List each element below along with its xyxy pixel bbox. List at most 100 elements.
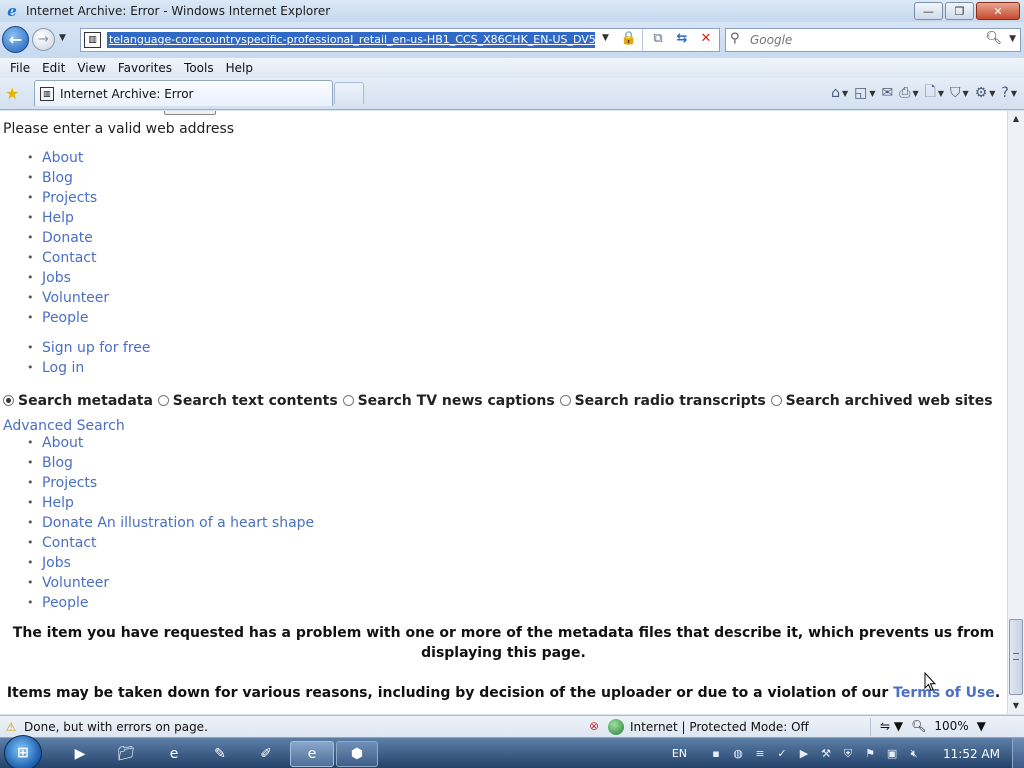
- minimize-button[interactable]: —: [914, 2, 943, 20]
- volume-icon[interactable]: 🔇︎: [906, 746, 922, 762]
- terms-of-use-link[interactable]: Terms of Use: [893, 685, 995, 701]
- scroll-up-icon[interactable]: ▲: [1008, 111, 1024, 127]
- search-input[interactable]: [750, 32, 990, 48]
- feeds-button[interactable]: ◱ ▼: [851, 85, 878, 101]
- read-mail-button[interactable]: ✉: [879, 85, 897, 101]
- language-indicator[interactable]: EN: [672, 747, 687, 760]
- tray-shield-icon[interactable]: ⛨: [840, 746, 856, 762]
- start-button[interactable]: ⊞: [4, 735, 42, 768]
- pen-icon[interactable]: ✐: [246, 741, 286, 767]
- address-dropdown-icon[interactable]: ▼: [602, 33, 609, 43]
- folder-icon[interactable]: 📁︎: [106, 741, 146, 767]
- menu-edit[interactable]: Edit: [36, 61, 71, 75]
- feeds-dropdown-icon[interactable]: ▼: [869, 89, 875, 98]
- clock[interactable]: 11:52 AM: [943, 747, 1000, 761]
- search-options-dropdown-icon[interactable]: ▼: [1009, 34, 1016, 44]
- nav-link-about[interactable]: About: [27, 433, 314, 453]
- scrollbar-thumb[interactable]: [1009, 619, 1023, 695]
- page-status-icon[interactable]: ⇋ ▼: [880, 719, 903, 733]
- nav-link-projects[interactable]: Projects: [27, 188, 109, 208]
- close-button[interactable]: ✕: [976, 2, 1020, 20]
- tools-button[interactable]: ⚙ ▼: [972, 85, 999, 101]
- partial-button[interactable]: [164, 111, 216, 115]
- zoom-dropdown-icon[interactable]: ▼: [977, 719, 986, 733]
- favorites-star-icon[interactable]: ★: [5, 84, 19, 103]
- tray-play-icon[interactable]: ▶: [796, 746, 812, 762]
- nav-link-volunteer[interactable]: Volunteer: [27, 288, 109, 308]
- taskbar-ie-window[interactable]: e: [290, 741, 334, 767]
- address-bar[interactable]: ▥ telanguage-corecountryspecific-profess…: [80, 28, 720, 52]
- sign-up-link[interactable]: Sign up for free: [27, 338, 151, 358]
- blocked-icon[interactable]: ⊗: [586, 719, 602, 735]
- search-option-radio[interactable]: Search radio transcripts: [559, 393, 766, 409]
- advanced-search-link[interactable]: Advanced Search: [3, 418, 125, 434]
- compatibility-view-icon[interactable]: ⧉: [648, 31, 668, 49]
- vertical-scrollbar[interactable]: ▲ ▼: [1007, 111, 1024, 714]
- search-icon[interactable]: 🔍︎: [985, 31, 1002, 46]
- safety-dropdown-icon[interactable]: ▼: [963, 89, 969, 98]
- search-option-metadata[interactable]: Search metadata: [3, 393, 153, 409]
- taskbar-app-window[interactable]: ⬢: [336, 741, 378, 767]
- page-dropdown-icon[interactable]: ▼: [938, 89, 944, 98]
- recent-pages-dropdown-icon[interactable]: ▼: [59, 33, 66, 43]
- scroll-down-icon[interactable]: ▼: [1008, 698, 1024, 714]
- new-tab-button[interactable]: [334, 82, 364, 104]
- lock-icon[interactable]: 🔒: [620, 31, 638, 49]
- nav-link-donate[interactable]: Donate An illustration of a heart shape: [27, 513, 314, 533]
- stop-icon[interactable]: ✕: [696, 31, 716, 49]
- network-icon[interactable]: ▣: [884, 746, 900, 762]
- home-button[interactable]: ⌂ ▼: [828, 85, 851, 101]
- nav-link-contact[interactable]: Contact: [27, 533, 314, 553]
- tray-check-icon[interactable]: ✓: [774, 746, 790, 762]
- menu-view[interactable]: View: [71, 61, 111, 75]
- nav-link-volunteer[interactable]: Volunteer: [27, 573, 314, 593]
- page-button[interactable]: 🗋 ▼: [922, 81, 947, 105]
- tray-stack-icon[interactable]: ≡: [752, 746, 768, 762]
- nav-link-people[interactable]: People: [27, 593, 314, 613]
- paint-icon[interactable]: ✎: [200, 741, 240, 767]
- action-center-flag-icon[interactable]: ⚑: [862, 746, 878, 762]
- log-in-link[interactable]: Log in: [27, 358, 151, 378]
- nav-link-about[interactable]: About: [27, 148, 109, 168]
- tools-dropdown-icon[interactable]: ▼: [989, 89, 995, 98]
- zoom-control[interactable]: ⇋ ▼ 🔍︎ 100% ▼: [880, 719, 986, 733]
- nav-link-help[interactable]: Help: [27, 208, 109, 228]
- title-bar[interactable]: e Internet Archive: Error - Windows Inte…: [0, 0, 1024, 22]
- tray-app-icon[interactable]: ▪: [708, 746, 724, 762]
- ie-launch-icon[interactable]: e: [154, 741, 194, 767]
- nav-link-blog[interactable]: Blog: [27, 168, 109, 188]
- nav-link-people[interactable]: People: [27, 308, 109, 328]
- maximize-button[interactable]: ❐: [945, 2, 974, 20]
- tray-tool-icon[interactable]: ⚒: [818, 746, 834, 762]
- back-button[interactable]: ←: [2, 26, 29, 53]
- radio-tv-captions[interactable]: [342, 395, 354, 406]
- print-dropdown-icon[interactable]: ▼: [912, 89, 918, 98]
- nav-link-donate[interactable]: Donate: [27, 228, 109, 248]
- nav-link-projects[interactable]: Projects: [27, 473, 314, 493]
- tab-internet-archive-error[interactable]: ▥ Internet Archive: Error: [34, 80, 333, 106]
- help-dropdown-icon[interactable]: ▼: [1011, 89, 1017, 98]
- menu-tools[interactable]: Tools: [178, 61, 220, 75]
- refresh-icon[interactable]: ⇆: [672, 31, 692, 49]
- menu-file[interactable]: File: [4, 61, 36, 75]
- radio-archived-web[interactable]: [770, 395, 782, 406]
- safety-button[interactable]: ⛉ ▼: [947, 85, 972, 101]
- menu-help[interactable]: Help: [220, 61, 259, 75]
- security-zone[interactable]: ⊗ Internet | Protected Mode: Off: [586, 719, 809, 735]
- nav-link-blog[interactable]: Blog: [27, 453, 314, 473]
- tray-globe-icon[interactable]: ◍: [730, 746, 746, 762]
- search-box[interactable]: ⚲ 🔍︎ ▼: [725, 28, 1021, 52]
- help-button[interactable]: ? ▼: [998, 85, 1020, 101]
- search-option-tv[interactable]: Search TV news captions: [342, 393, 555, 409]
- nav-link-help[interactable]: Help: [27, 493, 314, 513]
- forward-button[interactable]: →: [32, 28, 55, 51]
- media-player-icon[interactable]: ▶: [60, 741, 100, 767]
- radio-text-contents[interactable]: [157, 395, 169, 406]
- warning-icon[interactable]: ⚠: [4, 720, 18, 734]
- radio-radio-transcripts[interactable]: [559, 395, 571, 406]
- nav-link-jobs[interactable]: Jobs: [27, 268, 109, 288]
- address-url[interactable]: telanguage-corecountryspecific-professio…: [107, 32, 595, 48]
- search-option-web[interactable]: Search archived web sites: [770, 393, 993, 409]
- nav-link-contact[interactable]: Contact: [27, 248, 109, 268]
- menu-favorites[interactable]: Favorites: [112, 61, 178, 75]
